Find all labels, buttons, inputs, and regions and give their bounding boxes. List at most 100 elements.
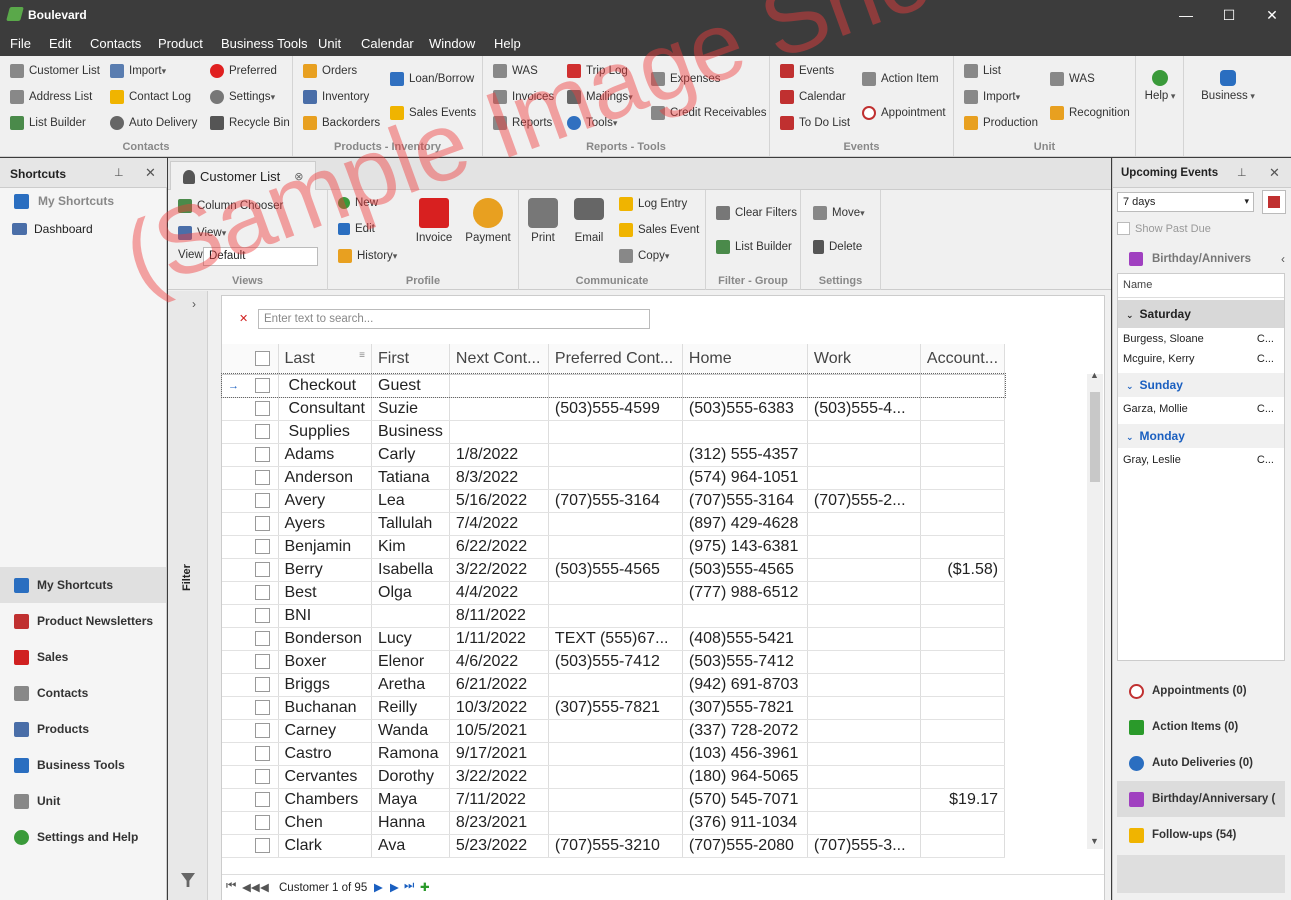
menu-help[interactable]: Help (494, 36, 521, 51)
pin-icon[interactable]: ⊥ (114, 166, 124, 179)
table-row[interactable]: Cervantes Dorothy 3/22/2022 (180) 964-5065 (222, 765, 1006, 789)
table-row[interactable]: Benjamin Kim 6/22/2022 (975) 143-6381 (222, 535, 1006, 559)
table-row[interactable]: Carney Wanda 10/5/2021 (337) 728-2072 (222, 719, 1006, 743)
list-item[interactable]: Gray, Leslie C... (1118, 451, 1284, 471)
row-checkbox[interactable] (248, 650, 279, 674)
row-checkbox[interactable] (248, 397, 279, 421)
show-past-due-checkbox[interactable]: Show Past Due (1117, 222, 1211, 235)
table-row[interactable]: Avery Lea 5/16/2022 (707)555-3164 (707)555-3… (222, 489, 1006, 513)
clear-search-icon[interactable]: ✕ (239, 312, 248, 325)
export-events-button[interactable] (1262, 190, 1286, 214)
list-item[interactable]: Burgess, Sloane C... (1118, 330, 1284, 350)
tab-customer-list[interactable]: Customer List ⊗ (170, 161, 316, 191)
reports-button[interactable]: Reports (493, 116, 552, 130)
row-checkbox[interactable] (248, 604, 279, 628)
row-checkbox[interactable] (248, 581, 279, 605)
dashboard-shortcut[interactable]: Dashboard (0, 216, 166, 242)
section-appointments[interactable]: Appointments (0) (1117, 673, 1285, 709)
to-do-list-button[interactable]: To Do List (780, 116, 850, 130)
row-checkbox[interactable] (248, 512, 279, 536)
table-row[interactable]: Best Olga 4/4/2022 (777) 988-6512 (222, 581, 1006, 605)
table-row[interactable]: Berry Isabella 3/22/2022 (503)555-4565 (503)… (222, 558, 1006, 582)
table-row[interactable]: Consultant Suzie (503)555-4599 (503)555-638… (222, 397, 1006, 421)
sales-events-button[interactable]: Sales Events (390, 106, 476, 120)
was-button[interactable]: WAS (493, 64, 538, 78)
delete-button[interactable]: Delete (813, 240, 862, 254)
menu-unit[interactable]: Unit (318, 36, 341, 51)
clear-filters-button[interactable]: Clear Filters (716, 206, 797, 220)
auto-delivery-button[interactable]: Auto Delivery (110, 116, 197, 130)
table-row[interactable]: Bonderson Lucy 1/11/2022 TEXT (555)67... (40… (222, 627, 1006, 651)
menu-window[interactable]: Window (429, 36, 475, 51)
table-row[interactable]: Chambers Maya 7/11/2022 (570) 545-7071 $19.1… (222, 788, 1006, 812)
list-item[interactable]: Garza, Mollie C... (1118, 400, 1284, 420)
column-header-work[interactable]: Work (807, 344, 921, 375)
section-birthday-anniversary[interactable]: Birthday/Anniversary ( (1117, 781, 1285, 817)
trip-log-button[interactable]: Trip Log (567, 64, 628, 78)
import-button[interactable]: Import (110, 64, 166, 78)
row-checkbox[interactable] (248, 535, 279, 559)
action-item-button[interactable]: Action Item (862, 72, 939, 86)
menu-file[interactable]: File (10, 36, 31, 51)
row-checkbox[interactable] (248, 765, 279, 789)
nav-sales[interactable]: Sales (0, 639, 166, 675)
group-list-builder-button[interactable]: List Builder (716, 240, 792, 254)
range-select[interactable]: 7 days ▾ (1117, 192, 1254, 212)
move-button[interactable]: Move (813, 206, 865, 220)
recycle-bin-button[interactable]: Recycle Bin (210, 116, 290, 130)
row-checkbox[interactable] (248, 466, 279, 490)
table-row[interactable]: Ayers Tallulah 7/4/2022 (897) 429-4628 (222, 512, 1006, 536)
prev-page-icon[interactable]: ◀◀ (242, 880, 260, 894)
nav-business-tools[interactable]: Business Tools (0, 747, 166, 783)
column-header-home[interactable]: Home (682, 344, 808, 375)
next-page-icon[interactable]: ▶ (390, 880, 399, 894)
copy-button[interactable]: Copy (619, 249, 669, 263)
column-header-next-contact[interactable]: Next Cont... (449, 344, 549, 375)
nav-contacts[interactable]: Contacts (0, 675, 166, 711)
row-checkbox[interactable] (248, 443, 279, 467)
row-checkbox[interactable] (248, 489, 279, 513)
birthday-tab[interactable]: Birthday/Annivers ‹ (1117, 246, 1285, 272)
funnel-icon[interactable] (181, 873, 195, 887)
help-button[interactable]: Help (1140, 70, 1180, 102)
nav-my-shortcuts[interactable]: My Shortcuts (0, 567, 166, 603)
column-header-preferred-contact[interactable]: Preferred Cont... (548, 344, 683, 375)
row-checkbox[interactable] (248, 788, 279, 812)
name-column-header[interactable]: Name (1118, 274, 1284, 298)
scroll-up-icon[interactable]: ▲ (1090, 370, 1099, 380)
payment-button[interactable]: Payment (462, 198, 514, 244)
events-button[interactable]: Events (780, 64, 834, 78)
table-row[interactable]: → Checkout Guest (221, 373, 1006, 398)
preferred-button[interactable]: Preferred (210, 64, 277, 78)
row-checkbox[interactable] (248, 696, 279, 720)
collapse-chevron-icon[interactable]: ‹ (1281, 252, 1285, 266)
column-chooser-button[interactable]: Column Chooser (178, 199, 283, 213)
nav-unit[interactable]: Unit (0, 783, 166, 819)
table-row[interactable]: Supplies Business (222, 420, 1006, 444)
sales-event-button[interactable]: Sales Event (619, 223, 699, 237)
expenses-button[interactable]: Expenses (651, 72, 721, 86)
unit-was-button[interactable]: WAS (1050, 72, 1095, 86)
group-saturday[interactable]: ⌄ Saturday (1118, 300, 1284, 328)
section-auto-deliveries[interactable]: Auto Deliveries (0) (1117, 745, 1285, 781)
new-button[interactable]: New (338, 197, 378, 209)
row-checkbox[interactable] (248, 627, 279, 651)
edit-button[interactable]: Edit (338, 223, 375, 235)
log-entry-button[interactable]: Log Entry (619, 197, 687, 211)
prev-record-icon[interactable]: ◀ (260, 880, 269, 894)
orders-button[interactable]: Orders (303, 64, 357, 78)
table-row[interactable]: Buchanan Reilly 10/3/2022 (307)555-7821 (307… (222, 696, 1006, 720)
group-sunday[interactable]: ⌄ Sunday (1118, 373, 1284, 397)
maximize-button[interactable]: ☐ (1213, 4, 1245, 26)
invoices-button[interactable]: Invoices (493, 90, 554, 104)
row-checkbox[interactable] (248, 420, 279, 444)
nav-settings-and-help[interactable]: Settings and Help (0, 819, 166, 855)
close-tab-icon[interactable]: ⊗ (294, 170, 303, 183)
list-builder-button[interactable]: List Builder (10, 116, 86, 130)
column-header-account[interactable]: Account... (920, 344, 1006, 375)
row-checkbox[interactable] (248, 374, 279, 398)
section-follow-ups[interactable]: Follow-ups (54) (1117, 817, 1285, 853)
add-record-icon[interactable]: ✚ (420, 880, 430, 894)
nav-products[interactable]: Products (0, 711, 166, 747)
print-button[interactable]: Print (525, 198, 561, 244)
